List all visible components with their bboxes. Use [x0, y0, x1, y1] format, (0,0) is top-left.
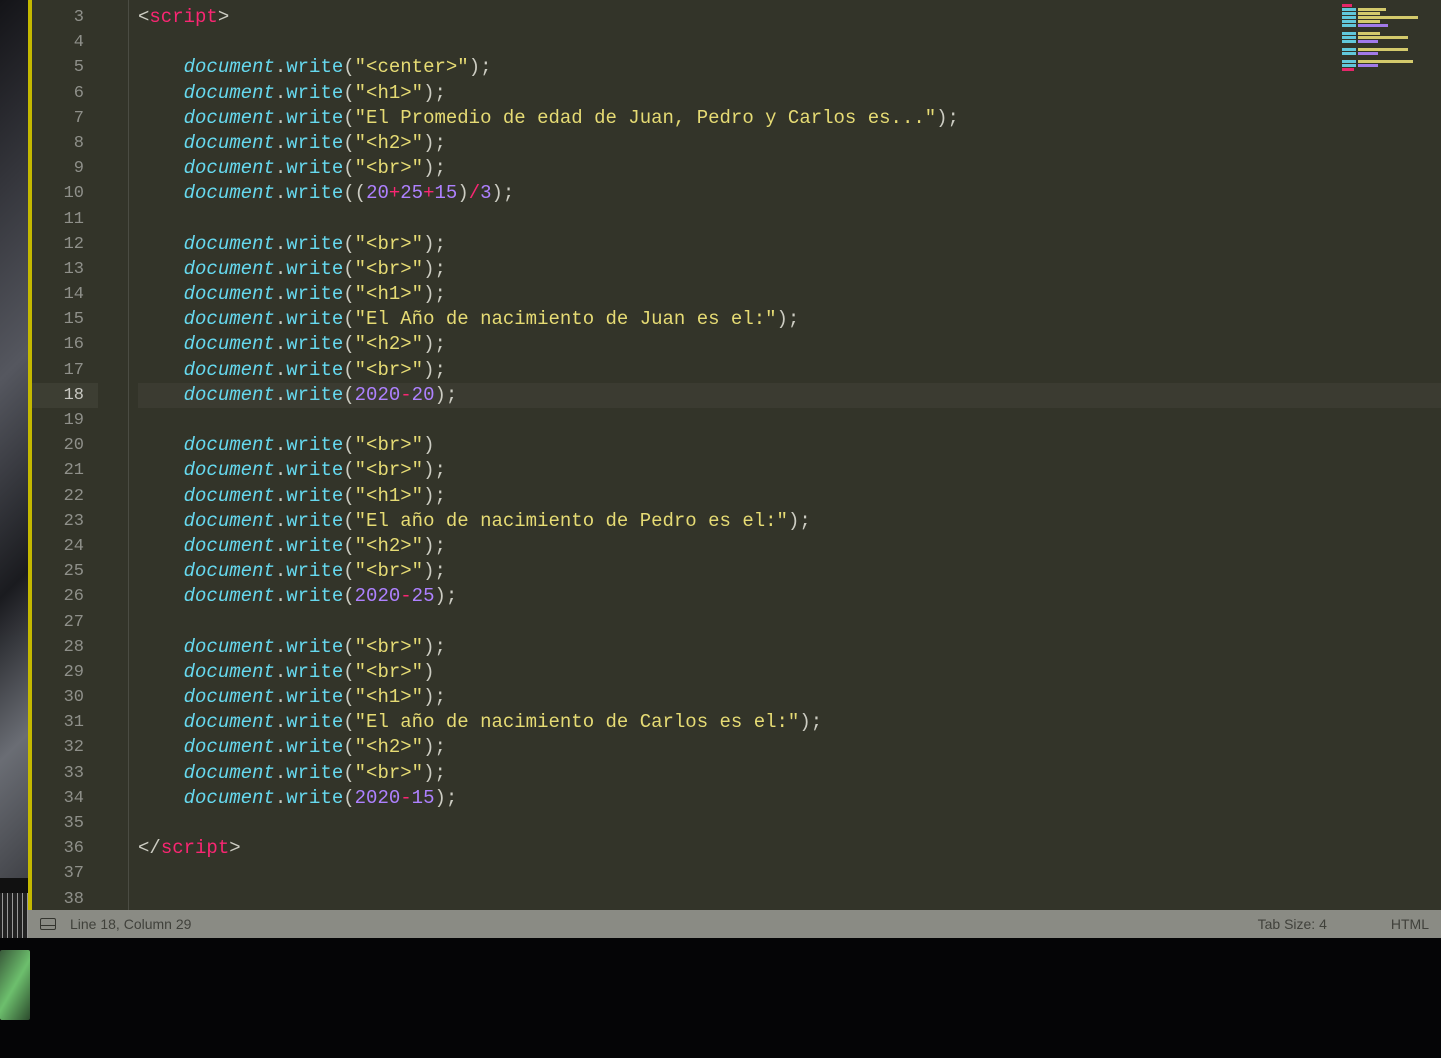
- code-line[interactable]: document.write("<h1>");: [138, 81, 1441, 106]
- line-number[interactable]: 33: [32, 761, 98, 786]
- code-line[interactable]: [138, 861, 1441, 886]
- line-number[interactable]: 16: [32, 332, 98, 357]
- line-number[interactable]: 5: [32, 55, 98, 80]
- line-number[interactable]: 38: [32, 887, 98, 912]
- code-line[interactable]: document.write("El año de nacimiento de …: [138, 710, 1441, 735]
- desktop-below: [0, 938, 1441, 1058]
- code-line[interactable]: document.write("<h1>");: [138, 685, 1441, 710]
- line-number[interactable]: 29: [32, 660, 98, 685]
- line-number[interactable]: 10: [32, 181, 98, 206]
- code-line[interactable]: document.write("<br>"): [138, 660, 1441, 685]
- code-line[interactable]: document.write("<br>");: [138, 635, 1441, 660]
- line-number[interactable]: 19: [32, 408, 98, 433]
- line-number[interactable]: 26: [32, 584, 98, 609]
- code-line[interactable]: </script>: [138, 836, 1441, 861]
- line-number[interactable]: 13: [32, 257, 98, 282]
- code-line[interactable]: [138, 811, 1441, 836]
- code-line[interactable]: document.write(2020-15);: [138, 786, 1441, 811]
- code-line[interactable]: document.write("<br>");: [138, 761, 1441, 786]
- code-line[interactable]: [138, 408, 1441, 433]
- code-line[interactable]: [138, 610, 1441, 635]
- line-number[interactable]: 11: [32, 207, 98, 232]
- code-line[interactable]: document.write("El Año de nacimiento de …: [138, 307, 1441, 332]
- code-line[interactable]: document.write("El Promedio de edad de J…: [138, 106, 1441, 131]
- code-line[interactable]: <script>: [138, 5, 1441, 30]
- panel-switch-icon[interactable]: [40, 918, 56, 930]
- code-line[interactable]: document.write("<h2>");: [138, 735, 1441, 760]
- status-bar: Line 18, Column 29 Tab Size: 4 HTML: [28, 910, 1441, 938]
- code-line[interactable]: document.write("<br>");: [138, 156, 1441, 181]
- line-number[interactable]: 35: [32, 811, 98, 836]
- code-line[interactable]: document.write("<h2>");: [138, 131, 1441, 156]
- line-number[interactable]: 28: [32, 635, 98, 660]
- code-editor[interactable]: 3456789101112131415161718192021222324252…: [28, 0, 1441, 938]
- code-area[interactable]: <script> document.write("<center>"); doc…: [98, 0, 1441, 938]
- line-number[interactable]: 8: [32, 131, 98, 156]
- line-number[interactable]: 15: [32, 307, 98, 332]
- code-line[interactable]: document.write("<br>");: [138, 458, 1441, 483]
- code-line[interactable]: document.write("<br>"): [138, 433, 1441, 458]
- line-number[interactable]: 14: [32, 282, 98, 307]
- code-line[interactable]: [138, 30, 1441, 55]
- line-number[interactable]: 9: [32, 156, 98, 181]
- code-line[interactable]: document.write("<br>");: [138, 257, 1441, 282]
- code-line[interactable]: document.write("El año de nacimiento de …: [138, 509, 1441, 534]
- code-line[interactable]: document.write("<h1>");: [138, 484, 1441, 509]
- line-number[interactable]: 20: [32, 433, 98, 458]
- line-number[interactable]: 34: [32, 786, 98, 811]
- syntax-mode[interactable]: HTML: [1391, 916, 1429, 932]
- line-number[interactable]: 18: [32, 383, 98, 408]
- minimap[interactable]: [1342, 4, 1437, 89]
- code-line[interactable]: [138, 207, 1441, 232]
- code-line[interactable]: document.write("<center>");: [138, 55, 1441, 80]
- line-number[interactable]: 24: [32, 534, 98, 559]
- code-line[interactable]: document.write("<br>");: [138, 559, 1441, 584]
- line-number[interactable]: 4: [32, 30, 98, 55]
- line-number[interactable]: 27: [32, 610, 98, 635]
- line-number[interactable]: 6: [32, 81, 98, 106]
- line-number[interactable]: 32: [32, 735, 98, 760]
- line-number[interactable]: 12: [32, 232, 98, 257]
- line-number-gutter[interactable]: 3456789101112131415161718192021222324252…: [28, 0, 98, 938]
- code-line[interactable]: document.write("<br>");: [138, 232, 1441, 257]
- line-number[interactable]: 17: [32, 358, 98, 383]
- cursor-position[interactable]: Line 18, Column 29: [70, 916, 191, 932]
- code-line[interactable]: document.write("<h2>");: [138, 332, 1441, 357]
- code-line[interactable]: document.write(2020-25);: [138, 584, 1441, 609]
- line-number[interactable]: 7: [32, 106, 98, 131]
- line-number[interactable]: 36: [32, 836, 98, 861]
- line-number[interactable]: 21: [32, 458, 98, 483]
- line-number[interactable]: 22: [32, 484, 98, 509]
- line-number[interactable]: 30: [32, 685, 98, 710]
- code-line[interactable]: document.write("<h1>");: [138, 282, 1441, 307]
- code-line[interactable]: document.write("<br>");: [138, 358, 1441, 383]
- line-number[interactable]: 3: [32, 5, 98, 30]
- code-line[interactable]: document.write("<h2>");: [138, 534, 1441, 559]
- line-number[interactable]: 37: [32, 861, 98, 886]
- code-line[interactable]: document.write((20+25+15)/3);: [138, 181, 1441, 206]
- line-number[interactable]: 25: [32, 559, 98, 584]
- code-line[interactable]: [138, 887, 1441, 912]
- line-number[interactable]: 23: [32, 509, 98, 534]
- code-line[interactable]: document.write(2020-20);: [138, 383, 1441, 408]
- line-number[interactable]: 31: [32, 710, 98, 735]
- tab-size[interactable]: Tab Size: 4: [1258, 916, 1327, 932]
